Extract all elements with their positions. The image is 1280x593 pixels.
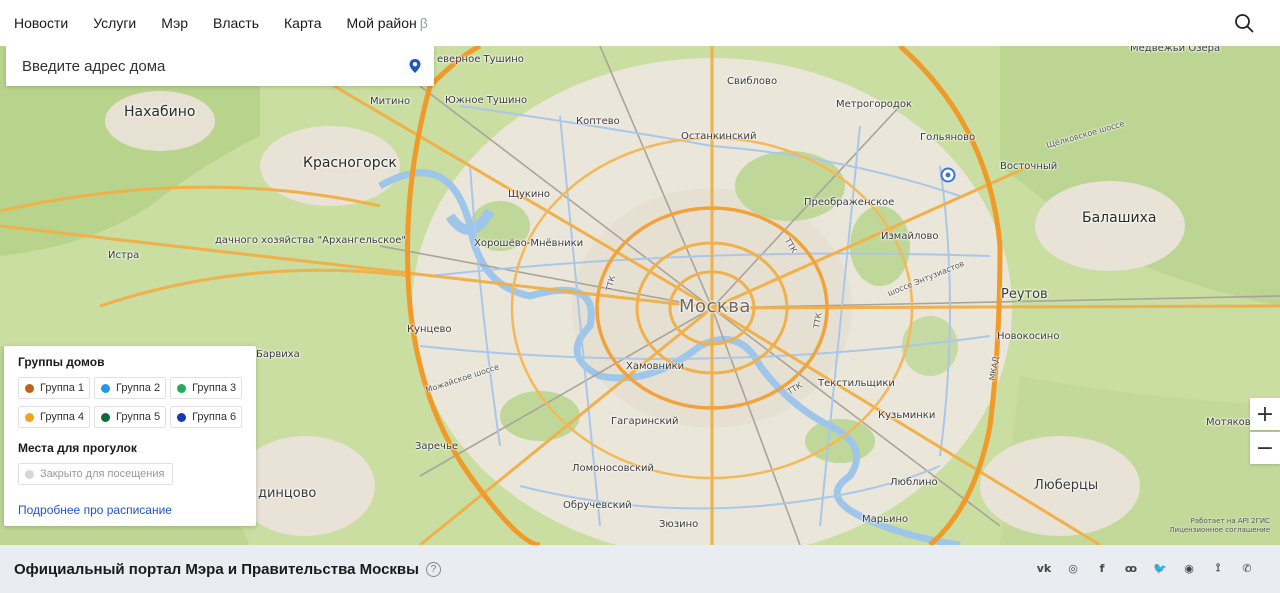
- map-label-zarechye: Заречье: [415, 441, 458, 452]
- map-label-lyubertsy: Люберцы: [1034, 478, 1099, 493]
- map-label-preobrazhenskoe: Преображенское: [804, 197, 895, 208]
- closed-dot: [25, 469, 34, 479]
- map-label-ostankinsky: Останкинский: [681, 131, 757, 142]
- closed-for-visit-chip[interactable]: Закрыто для посещения: [18, 463, 173, 485]
- group-4-chip[interactable]: Группа 4: [18, 406, 91, 428]
- address-input[interactable]: [6, 57, 386, 75]
- footer-title: Официальный портал Мэра и Правительства …: [14, 560, 419, 578]
- nav-item-my-district-label: Мой район: [346, 15, 417, 31]
- group-6-chip[interactable]: Группа 6: [170, 406, 243, 428]
- nav-item-news[interactable]: Новости: [14, 15, 68, 31]
- map-label-lomonosovsky: Ломоносовский: [572, 463, 655, 474]
- closed-label: Закрыто для посещения: [40, 468, 165, 480]
- group-4-dot: [25, 412, 34, 422]
- map-label-shchukino: Щукино: [508, 189, 551, 200]
- group-5-dot: [101, 412, 111, 422]
- group-2-chip[interactable]: Группа 2: [94, 377, 167, 399]
- map-label-arkhangelskoe: дачного хозяйства "Архангельское": [215, 235, 407, 246]
- map-label-odintsovo: динцово: [258, 486, 317, 501]
- schedule-link[interactable]: Подробнее про расписание: [18, 503, 172, 517]
- address-search: [6, 46, 434, 86]
- livejournal-icon[interactable]: ◉: [1182, 561, 1196, 575]
- map-attribution: Работает на API 2ГИС Лицензионное соглаш…: [1169, 517, 1270, 535]
- legend-panel: Группы домов Группа 1 Группа 2 Группа 3 …: [4, 346, 256, 526]
- group-3-label: Группа 3: [192, 382, 237, 394]
- zoom-controls: + −: [1250, 398, 1280, 464]
- map-label-gagarinsky: Гагаринский: [611, 416, 679, 427]
- map-label-khoroshevo: Хорошёво-Мнёвники: [474, 238, 584, 249]
- group-1-chip[interactable]: Группа 1: [18, 377, 91, 399]
- instagram-icon[interactable]: ◎: [1066, 561, 1080, 575]
- group-5-chip[interactable]: Группа 5: [94, 406, 167, 428]
- footer: Официальный портал Мэра и Правительства …: [0, 545, 1280, 593]
- map-label-balashikha: Балашиха: [1082, 210, 1157, 226]
- group-2-dot: [101, 383, 111, 393]
- group-row-1: Группа 1 Группа 2 Группа 3: [18, 377, 256, 399]
- zoom-in-button[interactable]: +: [1250, 398, 1280, 430]
- map-label-nakhabino: Нахабино: [124, 104, 196, 120]
- map-label-medvezhi-ozera: Медвежьи Озера: [1130, 46, 1221, 54]
- map-label-koptevo: Коптево: [576, 116, 620, 127]
- map-label-kuzminki: Кузьминки: [878, 410, 936, 421]
- map-label-moskva: Москва: [679, 296, 751, 317]
- group-4-label: Группа 4: [40, 411, 85, 423]
- group-1-label: Группа 1: [40, 382, 85, 394]
- group-6-dot: [177, 412, 187, 422]
- beta-badge: β: [419, 15, 428, 31]
- map-label-reutov: Реутов: [1001, 287, 1048, 302]
- map-label-vostochny: Восточный: [1000, 161, 1058, 172]
- map-label-khamovniki: Хамовники: [626, 361, 685, 372]
- map-label-tekstilshchiki: Текстильщики: [818, 378, 895, 389]
- group-5-label: Группа 5: [116, 411, 161, 423]
- map-label-golyanovo: Гольяново: [920, 132, 976, 143]
- group-6-label: Группа 6: [192, 411, 237, 423]
- map-label-severnoe-tushino: еверное Тушино: [437, 54, 524, 65]
- walk-places-title: Места для прогулок: [18, 441, 137, 455]
- rss-icon[interactable]: ⟟: [1211, 561, 1225, 575]
- twitter-icon[interactable]: 🐦: [1153, 561, 1167, 575]
- map-label-izmaylovo: Измайлово: [881, 231, 939, 242]
- map-label-kuntsevo: Кунцево: [407, 324, 452, 335]
- phone-icon[interactable]: ✆: [1240, 561, 1254, 575]
- group-2-label: Группа 2: [116, 382, 161, 394]
- vk-icon[interactable]: vk: [1037, 561, 1052, 575]
- map-label-mitino: Митино: [370, 96, 411, 107]
- map-label-obruchevsky: Обручевский: [563, 500, 632, 511]
- nav-item-government[interactable]: Власть: [213, 15, 259, 31]
- nav-item-mayor[interactable]: Мэр: [161, 15, 188, 31]
- map-label-zyuzino: Зюзино: [659, 519, 699, 530]
- map-label-novokosino: Новокосино: [997, 331, 1060, 342]
- facebook-icon[interactable]: f: [1095, 561, 1109, 575]
- map-label-yuzhnoe-tushino: Южное Тушино: [445, 95, 528, 106]
- map-label-lyublino: Люблино: [890, 477, 938, 488]
- search-icon[interactable]: [1234, 13, 1254, 33]
- help-icon[interactable]: ?: [425, 561, 441, 577]
- map-label-barvikha: Барвиха: [256, 349, 300, 360]
- group-3-dot: [177, 383, 187, 393]
- top-navigation: Новости Услуги Мэр Власть Карта Мой райо…: [0, 0, 1280, 46]
- zoom-out-button[interactable]: −: [1250, 432, 1280, 464]
- map-label-istra: Истра: [108, 250, 140, 261]
- group-row-2: Группа 4 Группа 5 Группа 6: [18, 406, 256, 428]
- attribution-api[interactable]: Работает на API 2ГИС: [1169, 517, 1270, 526]
- map-label-krasnogorsk: Красногорск: [303, 155, 397, 171]
- houses-groups-title: Группы домов: [18, 355, 105, 369]
- group-1-dot: [25, 383, 34, 393]
- map-label-maryino: Марьино: [862, 514, 909, 525]
- social-links: vk ◎ f ꝏ 🐦 ◉ ⟟ ✆: [1037, 561, 1254, 575]
- map-label-sviblovo: Свиблово: [727, 76, 778, 87]
- group-3-chip[interactable]: Группа 3: [170, 377, 243, 399]
- nav-item-map[interactable]: Карта: [284, 15, 321, 31]
- metro-station-icon[interactable]: [940, 167, 956, 183]
- location-pin-icon[interactable]: [408, 58, 422, 74]
- attribution-license[interactable]: Лицензионное соглашение: [1169, 526, 1270, 535]
- nav-item-services[interactable]: Услуги: [93, 15, 136, 31]
- nav-item-my-district[interactable]: Мой район β: [346, 15, 427, 31]
- map-label-metrogorodok: Метрогородок: [836, 99, 912, 110]
- odnoklassniki-icon[interactable]: ꝏ: [1124, 561, 1138, 575]
